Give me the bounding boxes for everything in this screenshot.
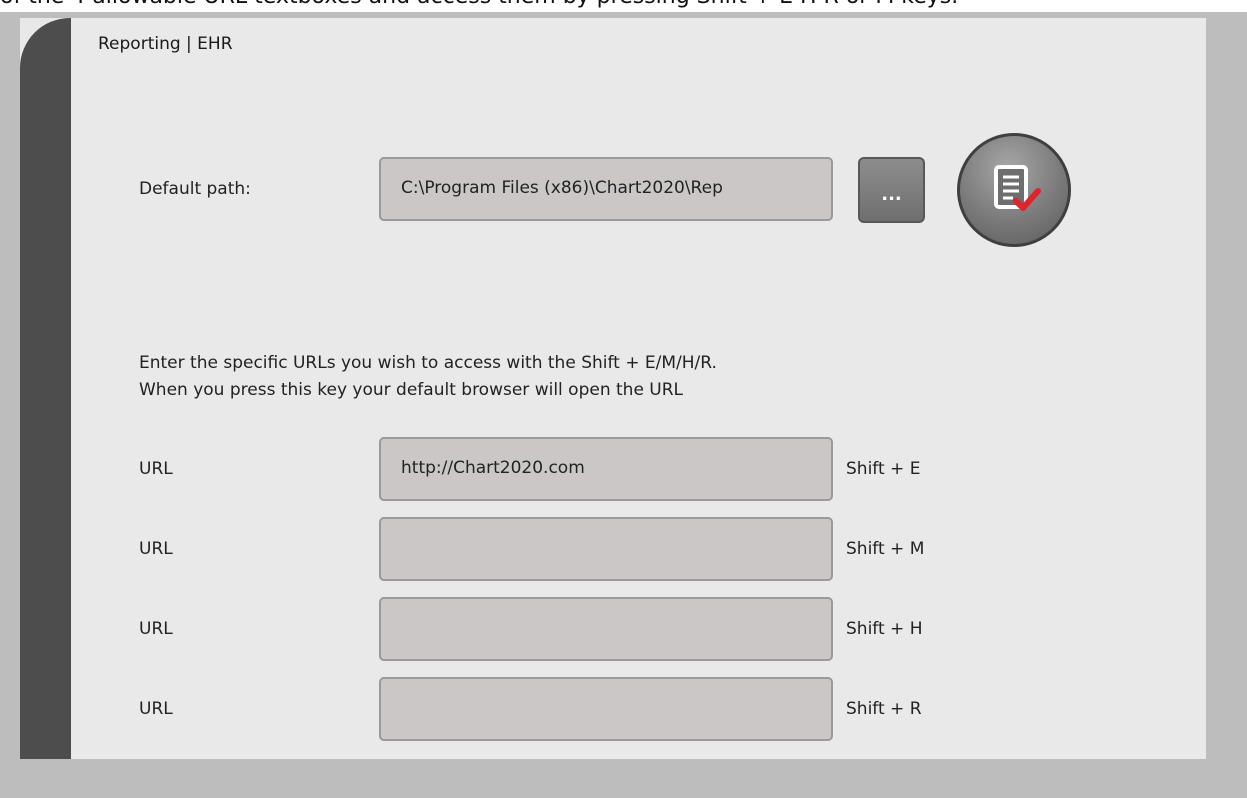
url-label-h: URL: [139, 619, 173, 639]
instructions-line-1: Enter the specific URLs you wish to acce…: [139, 353, 717, 373]
document-check-icon: [994, 165, 1041, 211]
shortcut-label-h: Shift + H: [846, 619, 923, 639]
shortcut-label-m: Shift + M: [846, 539, 925, 559]
url-label-r: URL: [139, 699, 173, 719]
instructions-text: Enter the specific URLs you wish to acce…: [139, 350, 717, 404]
panel-title: Reporting | EHR: [98, 34, 233, 54]
url-input-h[interactable]: [379, 597, 833, 661]
url-input-m[interactable]: [379, 517, 833, 581]
shortcut-label-r: Shift + R: [846, 699, 922, 719]
shortcut-label-e: Shift + E: [846, 459, 921, 479]
url-input-r[interactable]: [379, 677, 833, 741]
page-caption: of the 4 allowable URL textboxes and acc…: [0, 0, 1247, 8]
default-path-label: Default path:: [139, 179, 251, 199]
url-label-m: URL: [139, 539, 173, 559]
default-path-input[interactable]: C:\Program Files (x86)\Chart2020\Rep: [379, 157, 833, 221]
url-input-e[interactable]: http://Chart2020.com: [379, 437, 833, 501]
side-bar: [20, 18, 71, 759]
url-label-e: URL: [139, 459, 173, 479]
report-button[interactable]: [957, 133, 1071, 247]
browse-button[interactable]: ...: [858, 157, 925, 223]
instructions-line-2: When you press this key your default bro…: [139, 380, 684, 400]
